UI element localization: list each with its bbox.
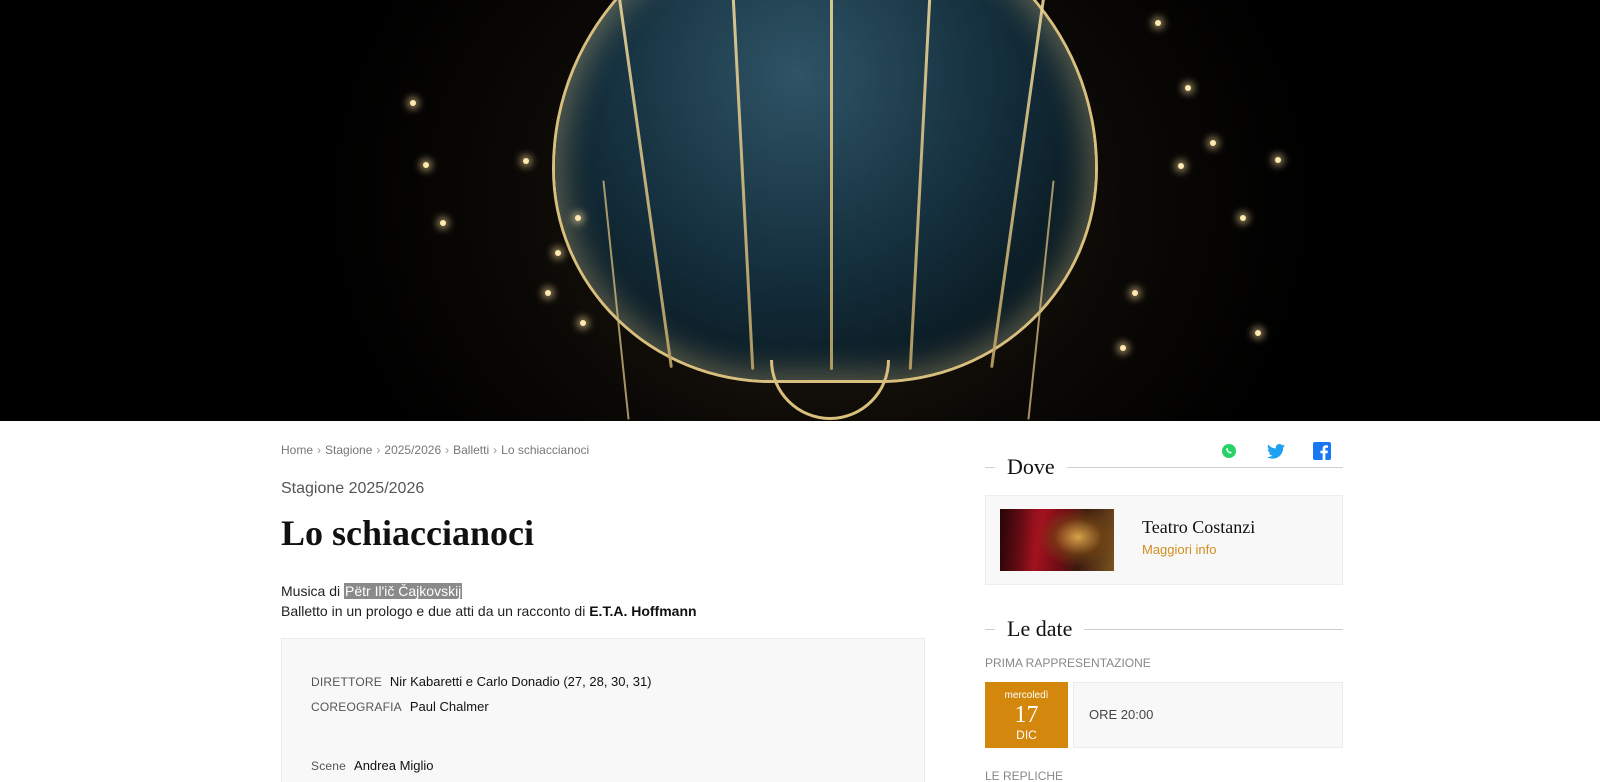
music-credit: Musica di Pëtr Il'ič Čajkovskij bbox=[281, 583, 463, 599]
hero-image bbox=[0, 0, 1600, 421]
heading-rule bbox=[1084, 628, 1343, 630]
light-dot bbox=[1255, 330, 1261, 336]
light-dot bbox=[1275, 157, 1281, 163]
breadcrumb-balletti[interactable]: Balletti bbox=[453, 443, 489, 457]
venue-thumbnail[interactable] bbox=[1000, 509, 1114, 571]
light-dot bbox=[1178, 163, 1184, 169]
author-name: E.T.A. Hoffmann bbox=[589, 603, 697, 619]
dates-heading: Le date bbox=[985, 614, 1343, 644]
light-dot bbox=[1210, 140, 1216, 146]
breadcrumb-separator: › bbox=[445, 443, 450, 457]
venue-card[interactable]: Teatro Costanzi Maggiori info bbox=[985, 495, 1343, 585]
credit-role: DIRETTORE bbox=[311, 675, 382, 689]
heading-rule bbox=[985, 628, 995, 630]
ballet-prefix: Balletto in un prologo e due atti da un … bbox=[281, 603, 590, 619]
show-time: ORE 20:00 bbox=[1089, 707, 1154, 722]
light-dot bbox=[545, 290, 551, 296]
credit-row-direttore: DIRETTORE Nir Kabaretti e Carlo Donadio … bbox=[311, 674, 652, 689]
date-month: DIC bbox=[1016, 728, 1037, 742]
credit-row-scene: Scene Andrea Miglio bbox=[311, 758, 434, 773]
breadcrumb-season[interactable]: 2025/2026 bbox=[384, 443, 441, 457]
breadcrumb-home[interactable]: Home bbox=[281, 443, 313, 457]
heading-rule bbox=[985, 466, 995, 468]
light-dot bbox=[523, 158, 529, 164]
season-label: Stagione 2025/2026 bbox=[281, 480, 425, 497]
credit-role: COREOGRAFIA bbox=[311, 700, 402, 714]
light-dot bbox=[575, 215, 581, 221]
light-dot bbox=[410, 100, 416, 106]
page-title: Lo schiaccianoci bbox=[281, 513, 534, 553]
balloon-rib bbox=[830, 0, 833, 370]
breadcrumb: Home › Stagione › 2025/2026 › Balletti ›… bbox=[281, 443, 589, 457]
date-badge: mercoledì 17 DIC bbox=[985, 682, 1068, 748]
credit-name: Nir Kabaretti e Carlo Donadio (27, 28, 3… bbox=[389, 674, 652, 689]
light-dot bbox=[1132, 290, 1138, 296]
venue-name[interactable]: Teatro Costanzi bbox=[1142, 517, 1255, 538]
credit-row-coreografia: COREOGRAFIA Paul Chalmer bbox=[311, 699, 489, 714]
venue-more-info-link[interactable]: Maggiori info bbox=[1142, 542, 1216, 557]
dove-heading: Dove bbox=[985, 452, 1343, 482]
light-dot bbox=[555, 250, 561, 256]
credits-box: DIRETTORE Nir Kabaretti e Carlo Donadio … bbox=[281, 638, 925, 782]
credit-name: Paul Chalmer bbox=[409, 699, 489, 714]
music-prefix: Musica di bbox=[281, 583, 345, 599]
light-dot bbox=[440, 220, 446, 226]
date-day: 17 bbox=[1014, 702, 1039, 728]
date-weekday: mercoledì bbox=[1004, 690, 1049, 701]
breadcrumb-separator: › bbox=[317, 443, 322, 457]
repliche-label: LE REPLICHE bbox=[985, 769, 1064, 782]
light-dot bbox=[423, 162, 429, 168]
light-dot bbox=[580, 320, 586, 326]
breadcrumb-separator: › bbox=[376, 443, 381, 457]
ballet-description: Balletto in un prologo e due atti da un … bbox=[281, 603, 697, 619]
composer-name[interactable]: Pëtr Il'ič Čajkovskij bbox=[344, 583, 463, 599]
breadcrumb-stagione[interactable]: Stagione bbox=[325, 443, 372, 457]
light-dot bbox=[1155, 20, 1161, 26]
premiere-label: PRIMA RAPPRESENTAZIONE bbox=[985, 656, 1151, 670]
dove-heading-label: Dove bbox=[1007, 454, 1055, 479]
dates-heading-label: Le date bbox=[1007, 616, 1073, 641]
heading-rule bbox=[1066, 466, 1343, 468]
balloon-basket bbox=[770, 360, 890, 420]
breadcrumb-current: Lo schiaccianoci bbox=[501, 443, 590, 457]
light-dot bbox=[1120, 345, 1126, 351]
breadcrumb-separator: › bbox=[493, 443, 498, 457]
credit-name: Andrea Miglio bbox=[354, 758, 434, 773]
credit-role: Scene bbox=[311, 759, 347, 773]
time-box: ORE 20:00 bbox=[1073, 682, 1343, 748]
light-dot bbox=[1185, 85, 1191, 91]
light-dot bbox=[1240, 215, 1246, 221]
